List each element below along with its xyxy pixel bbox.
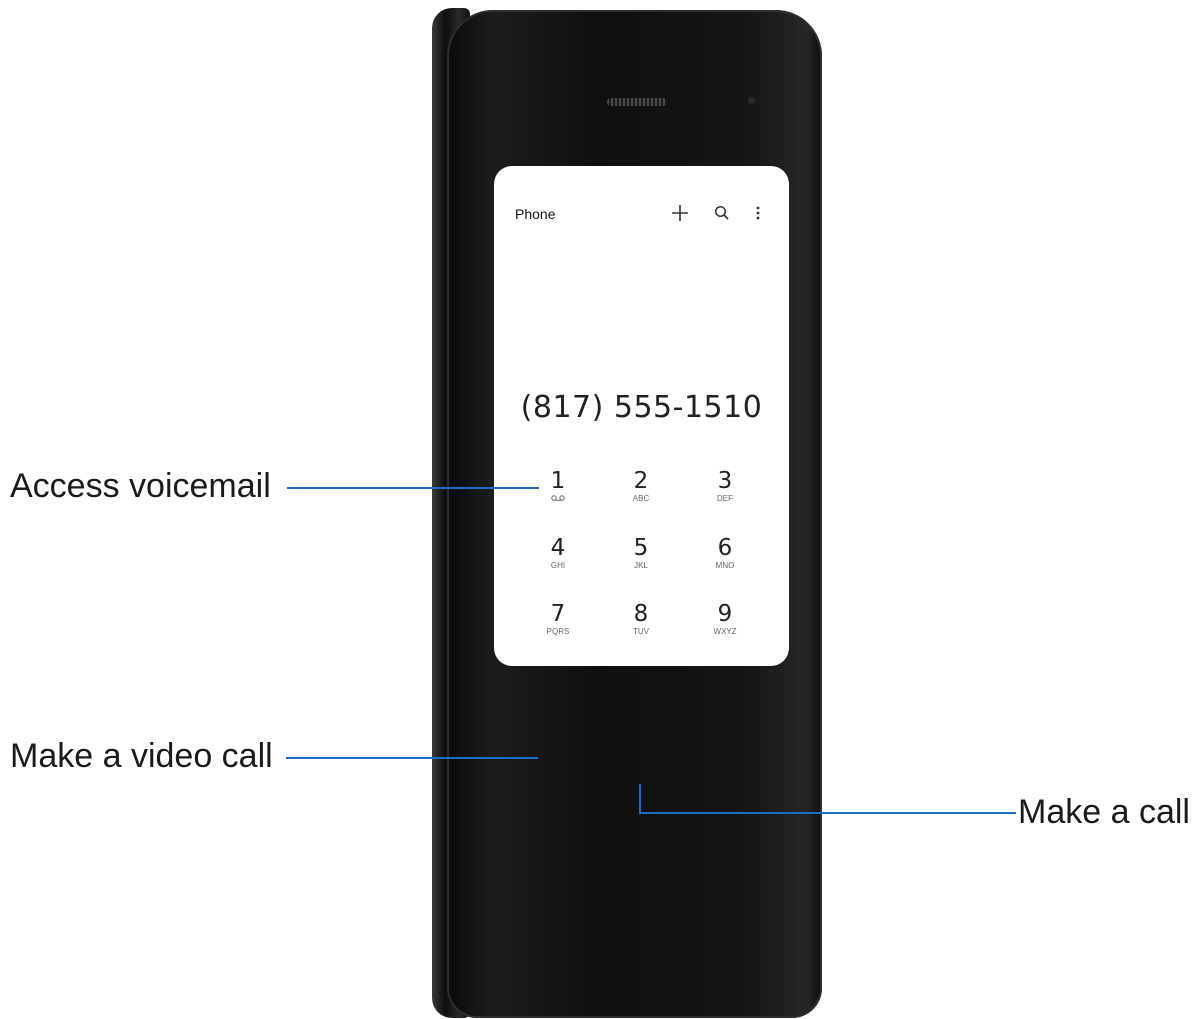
callout-call-label: Make a call [1018, 793, 1190, 831]
key-digit: 3 [717, 468, 733, 494]
key-digit: 8 [633, 601, 649, 627]
key-2[interactable]: 2 ABC [611, 468, 671, 520]
key-letters: ABC [632, 494, 650, 503]
front-camera [748, 97, 755, 104]
key-4[interactable]: 4 GHI [528, 535, 588, 587]
key-6[interactable]: 6 MNO [695, 535, 755, 587]
key-letters: MNO [715, 561, 735, 570]
search-icon[interactable] [711, 202, 733, 224]
key-letters: JKL [634, 561, 648, 570]
key-5[interactable]: 5 JKL [611, 535, 671, 587]
key-digit: 9 [717, 601, 733, 627]
key-7[interactable]: 7 PQRS [528, 601, 588, 653]
key-digit: 4 [550, 535, 566, 561]
key-9[interactable]: 9 WXYZ [695, 601, 755, 653]
callout-call-line-horizontal [639, 812, 1016, 814]
key-letters: TUV [633, 627, 649, 636]
plus-icon[interactable] [669, 202, 691, 224]
key-3[interactable]: 3 DEF [695, 468, 755, 520]
callout-call-line-vertical [639, 784, 641, 814]
voicemail-icon [528, 494, 588, 504]
key-digit: 1 [550, 468, 566, 494]
callout-voicemail-line [287, 487, 539, 489]
callout-video-call-line [286, 757, 538, 759]
key-1[interactable]: 1 [528, 468, 588, 520]
phone-screen: Phone (817) 555-1510 1 2 ABC 3 DEF 4 GHI [494, 166, 789, 666]
key-letters: GHI [550, 561, 566, 570]
dialed-number[interactable]: (817) 555-1510 [494, 390, 789, 425]
earpiece-speaker [607, 98, 667, 106]
key-letters: PQRS [546, 627, 570, 636]
key-letters: DEF [717, 494, 733, 503]
app-title: Phone [515, 206, 556, 222]
callout-voicemail-label: Access voicemail [10, 467, 271, 505]
more-vertical-icon[interactable] [747, 202, 769, 224]
key-digit: 7 [550, 601, 566, 627]
key-8[interactable]: 8 TUV [611, 601, 671, 653]
key-digit: 6 [717, 535, 733, 561]
key-digit: 2 [633, 468, 649, 494]
key-letters: WXYZ [713, 627, 737, 636]
callout-video-call-label: Make a video call [10, 737, 273, 775]
key-digit: 5 [633, 535, 649, 561]
